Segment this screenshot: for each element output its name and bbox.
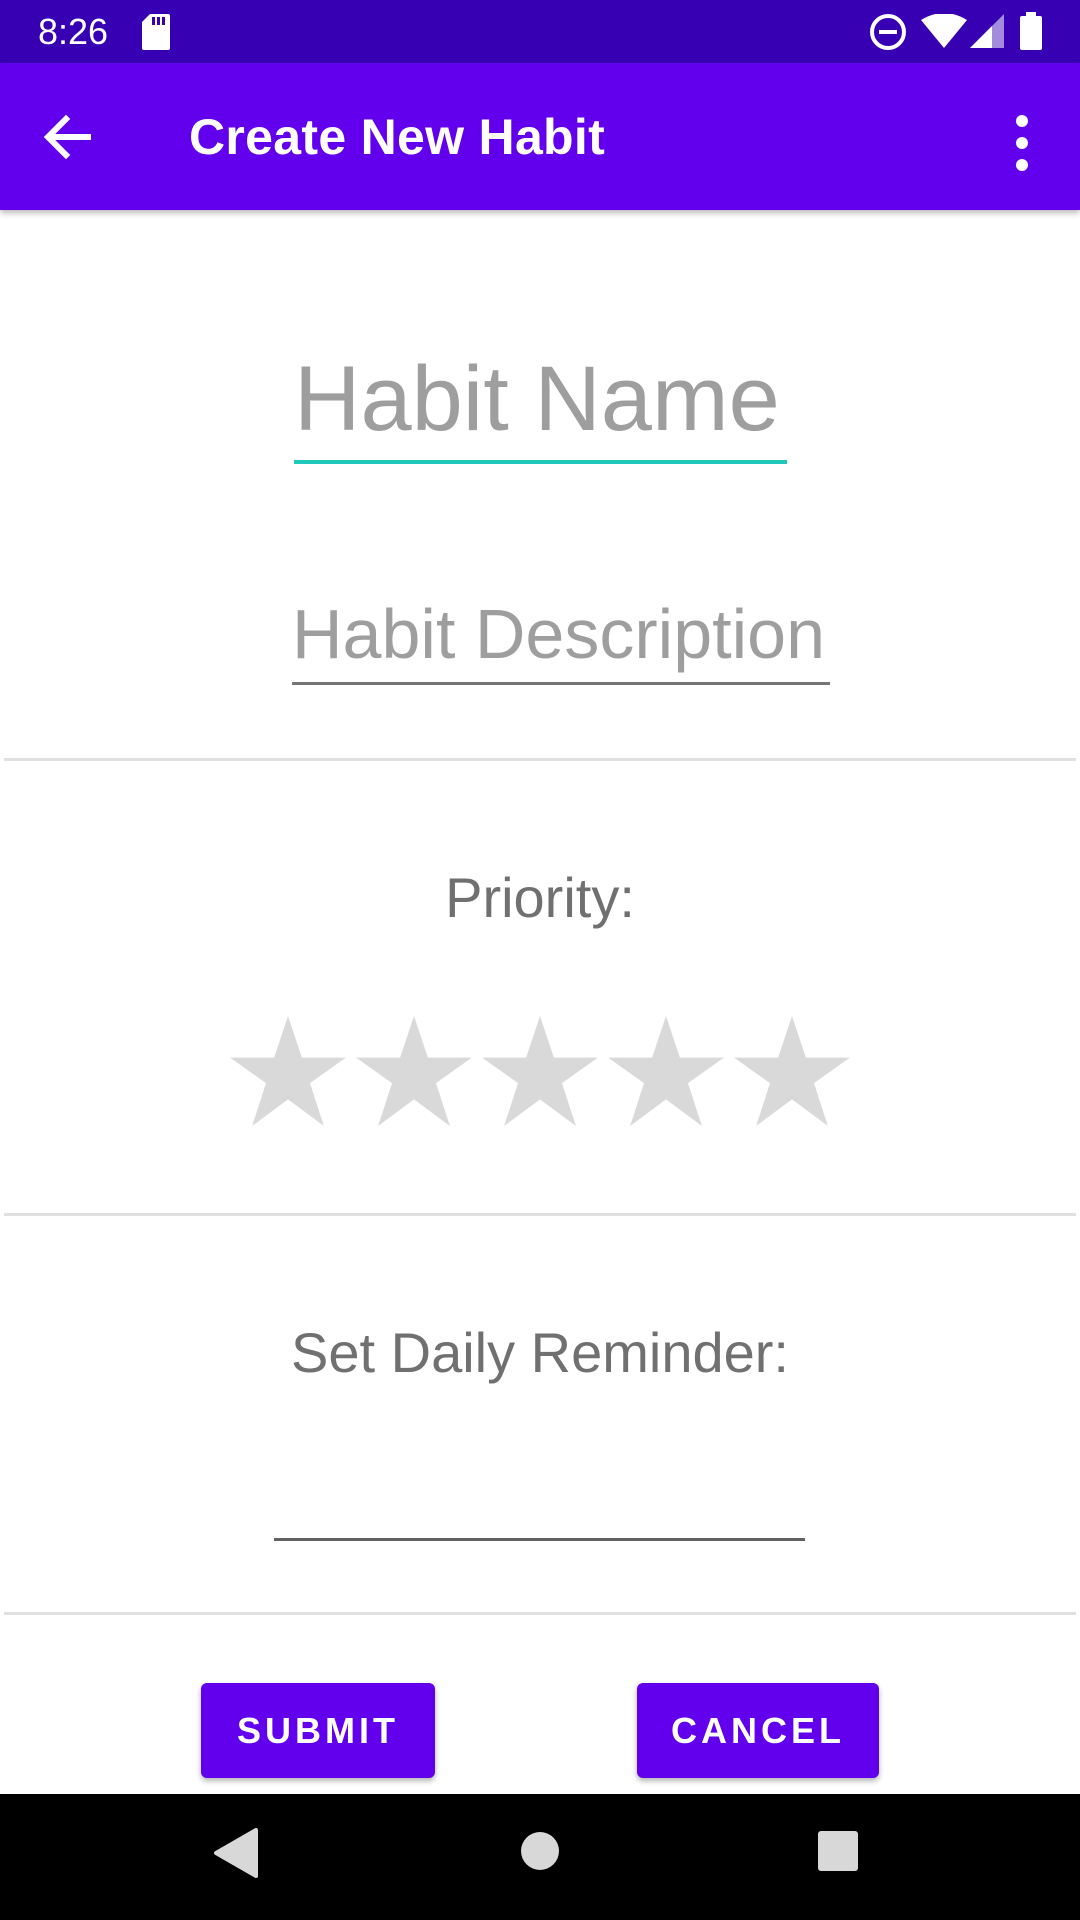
priority-rating-bar[interactable] [230, 1016, 850, 1136]
nav-recents-button[interactable] [817, 1830, 859, 1877]
recents-square-icon [817, 1831, 859, 1876]
battery-icon [1020, 12, 1042, 55]
app-bar: Create New Habit [0, 63, 1080, 210]
system-nav-bar [0, 1794, 1080, 1920]
divider [4, 1213, 1076, 1216]
star-icon[interactable] [608, 1016, 724, 1126]
overflow-menu-button[interactable] [1000, 108, 1044, 178]
star-icon[interactable] [482, 1016, 598, 1126]
star-icon[interactable] [230, 1016, 346, 1126]
habit-name-input[interactable] [294, 338, 787, 464]
sd-card-icon [142, 14, 170, 55]
cancel-button[interactable]: CANCEL [637, 1683, 879, 1778]
reminder-time-field[interactable] [274, 1442, 805, 1541]
status-bar: 8:26 [0, 0, 1080, 63]
nav-back-button[interactable] [214, 1828, 258, 1883]
wifi-icon [921, 13, 967, 53]
home-circle-icon [520, 1832, 560, 1875]
page-title: Create New Habit [189, 109, 606, 165]
status-time: 8:26 [38, 11, 109, 52]
star-icon[interactable] [734, 1016, 850, 1126]
nav-home-button[interactable] [520, 1831, 560, 1876]
back-button[interactable] [30, 103, 110, 173]
back-triangle-icon [214, 1828, 258, 1882]
reminder-label: Set Daily Reminder: [291, 1321, 789, 1384]
habit-description-input[interactable] [292, 586, 830, 685]
divider [4, 758, 1076, 761]
priority-label: Priority: [445, 866, 635, 929]
submit-button[interactable]: SUBMIT [201, 1683, 435, 1778]
star-icon[interactable] [356, 1016, 472, 1126]
do-not-disturb-icon [869, 13, 907, 56]
divider [4, 1612, 1076, 1615]
signal-icon [970, 14, 1004, 53]
